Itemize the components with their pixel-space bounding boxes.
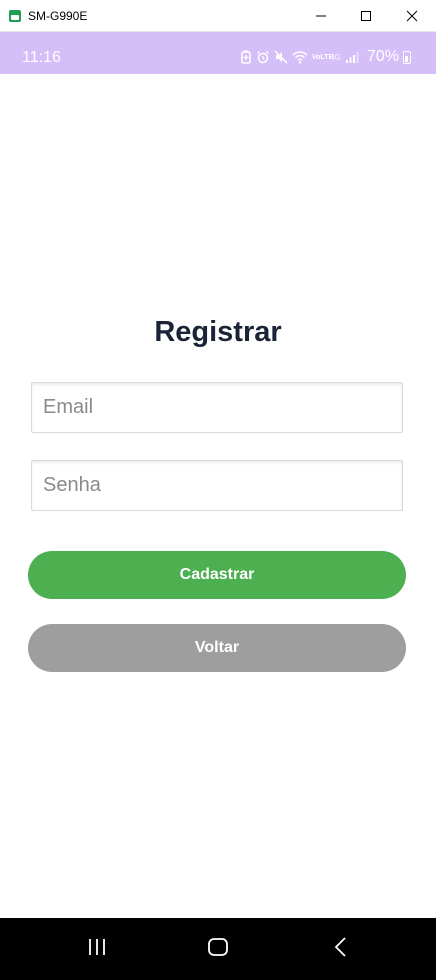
close-button[interactable] (389, 0, 435, 32)
password-field[interactable] (31, 460, 403, 511)
back-icon (334, 937, 346, 957)
signal-icon (345, 52, 359, 63)
status-time: 11:16 (22, 49, 61, 66)
maximize-icon (361, 11, 371, 21)
minimize-icon (316, 15, 326, 17)
minimize-button[interactable] (298, 0, 344, 32)
window-title: SM-G990E (28, 9, 88, 23)
maximize-button[interactable] (343, 0, 389, 32)
wifi-icon (292, 51, 308, 64)
home-button[interactable] (188, 918, 248, 976)
back-button[interactable] (311, 918, 371, 976)
battery-saver-icon (241, 50, 251, 64)
alarm-icon (257, 51, 269, 64)
status-icons: VoLTE 4G (240, 47, 359, 67)
page-title: Registrar (154, 316, 282, 348)
battery-percent: 70% (367, 48, 400, 65)
window-titlebar: SM-G990E (0, 0, 436, 32)
recents-button[interactable] (67, 918, 127, 976)
mute-icon (274, 50, 288, 64)
4g-icon: 4G (330, 52, 341, 62)
app-icon (9, 10, 21, 22)
email-field[interactable] (31, 382, 403, 433)
voltar-button[interactable]: Voltar (28, 624, 406, 672)
cadastrar-button[interactable]: Cadastrar (28, 551, 406, 599)
volte-icon: VoLTE (312, 53, 334, 61)
battery-icon (403, 51, 411, 64)
recents-icon (89, 939, 105, 955)
home-icon (208, 938, 228, 956)
close-icon (406, 10, 418, 22)
